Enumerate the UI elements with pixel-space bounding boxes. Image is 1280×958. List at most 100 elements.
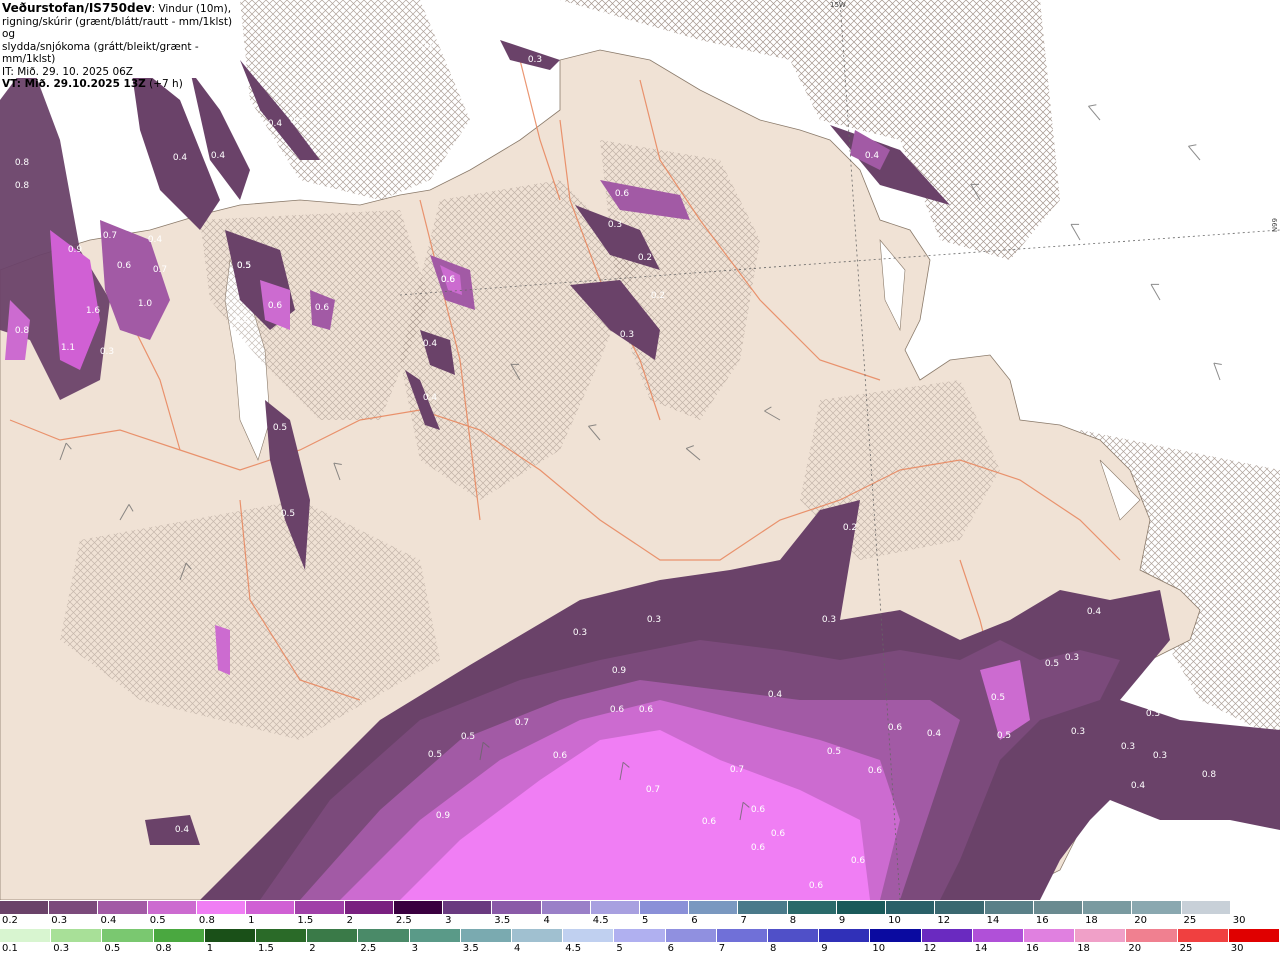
legend-label: 0.2 [2, 915, 18, 926]
legend-label: 1 [206, 943, 214, 954]
precip-value-label: 0.4 [71, 139, 86, 149]
legend-label: 12 [937, 915, 951, 926]
legend-color-cell [836, 901, 887, 914]
legend-color-cell [196, 901, 247, 914]
precip-value-label: 0.3 [1153, 751, 1167, 761]
precip-value-label: 0.7 [730, 765, 744, 775]
legend-color-cell [460, 929, 512, 942]
legend-label: 2.5 [360, 943, 377, 954]
legend-label: 20 [1128, 943, 1142, 954]
precip-value-label: 0.4 [423, 393, 438, 403]
legend-label: 10 [888, 915, 901, 926]
precip-value-label: 0.4 [1087, 607, 1102, 617]
legend-color-cell [1177, 929, 1229, 942]
precip-value-label: 0.3 [1146, 709, 1160, 719]
precip-value-label: 0.6 [553, 751, 568, 761]
legend-label: 0.1 [2, 943, 18, 954]
legend-color-cell [614, 929, 666, 942]
legend-color-cell [1126, 929, 1178, 942]
legend-color-cell [984, 901, 1034, 914]
legend-label: 18 [1077, 943, 1090, 954]
precip-value-label: 1.0 [138, 299, 153, 309]
forecast-map: 0.3 0.3 0.4 0.3 0.5 0.4 0.4 0.4 0.4 0.8 0.8 0.5 0.4 0… [0, 0, 1280, 900]
legend-color-cell [921, 929, 973, 942]
precip-value-label: 0.2 [638, 253, 652, 263]
precip-value-label: 0.6 [851, 856, 866, 866]
legend-color-cell [665, 929, 717, 942]
precip-value-label: 1.1 [61, 343, 75, 353]
legend-snow-scale [0, 901, 1280, 914]
legend-color-cell [98, 901, 148, 914]
legend-label: 25 [1179, 943, 1193, 954]
legend-color-cell [541, 901, 591, 914]
precip-value-label: 0.8 [15, 181, 30, 191]
precip-value-label: 0.3 [620, 330, 634, 340]
precip-value-label: 0.4 [268, 119, 283, 129]
legend-color-cell [689, 901, 739, 914]
legend-color-cell [1228, 929, 1280, 942]
legend-label: 8 [770, 943, 777, 954]
brand-label: Veðurstofan/IS750dev [2, 1, 152, 15]
legend-color-cell [738, 901, 788, 914]
legend-color-cell [768, 929, 820, 942]
precip-value-label: 0.3 [822, 615, 836, 625]
legend-label: 12 [923, 943, 937, 954]
precip-value-label: 0.5 [428, 750, 442, 760]
legend-color-cell [49, 901, 99, 914]
legend-label: 5 [616, 943, 623, 954]
legend-color-cell [0, 929, 52, 942]
precip-value-label: 0.6 [751, 843, 766, 853]
legend-label: 4 [543, 915, 550, 926]
precip-value-label: 0.4 [768, 690, 783, 700]
precip-value-label: 0.4 [927, 729, 942, 739]
precip-value-label: 0.5 [273, 423, 287, 433]
legend-label: 9 [838, 915, 846, 926]
legend-label: 18 [1085, 915, 1098, 926]
precip-value-label: 0.6 [315, 303, 330, 313]
legend-label: 6 [667, 943, 674, 954]
precip-value-label: 0.8 [15, 326, 30, 336]
legend-rain-scale [0, 929, 1280, 942]
legend-color-cell [640, 901, 690, 914]
header-line1: : Vindur (10m), [151, 3, 232, 15]
longitude-label: 15W [830, 1, 846, 9]
legend-label: 14 [986, 915, 1000, 926]
legend-label: 5 [642, 915, 649, 926]
precip-value-label: 0.3 [290, 116, 304, 126]
precip-value-label: 0.3 [528, 55, 542, 65]
legend-label: 8 [789, 915, 797, 926]
legend-label: 6 [691, 915, 698, 926]
precip-value-label: 0.3 [1121, 742, 1135, 752]
legend-color-cell [1033, 901, 1084, 914]
legend-label: 3 [411, 943, 418, 954]
precip-value-label: 0.9 [436, 811, 451, 821]
legend-label: 0.8 [198, 915, 215, 926]
legend-label: 0.3 [51, 915, 68, 926]
legend-color-cell [153, 929, 205, 942]
precip-value-label: 0.3 [1065, 653, 1079, 663]
legend-color-cell [972, 929, 1024, 942]
precip-value-label: 0.3 [603, 7, 617, 17]
init-time: IT: Mið. 29. 10. 2025 06Z [2, 65, 133, 78]
precip-value-label: 0.4 [211, 151, 226, 161]
precip-value-label: 0.7 [153, 265, 167, 275]
legend-color-cell [1132, 901, 1182, 914]
legend-label: 16 [1035, 915, 1049, 926]
legend-snow-labels: 0.2 0.3 0.4 0.5 0.8 1 1.5 2 2.5 3 3.5 4 4.5 5 6 7 8 9 10 12… [0, 915, 1280, 929]
precip-value-label: 0.4 [263, 177, 278, 187]
precip-value-label: 0.4 [175, 825, 190, 835]
legend-rain-labels: 0.1 0.3 0.5 0.8 1 1.5 2 2.5 3 3.5 4 4.5 5 6 7 8 9 10 12 14 1… [0, 943, 1280, 957]
precip-value-label: 0.4 [173, 153, 188, 163]
precip-value-label: 0.9 [68, 245, 83, 255]
precip-value-label: 0.6 [615, 189, 630, 199]
legend-label: 2 [309, 943, 316, 954]
precip-value-label: 0.4 [1131, 781, 1146, 791]
legend-label: 0.3 [53, 943, 70, 954]
legend-color-cell [0, 901, 50, 914]
precip-value-label: 0.5 [63, 99, 77, 109]
legend-label: 0.5 [149, 915, 166, 926]
header-line3: slydda/snjókoma (grátt/bleikt/grænt - mm… [2, 40, 199, 66]
legend-color-cell [1181, 901, 1231, 914]
precip-value-label: 0.2 [843, 523, 857, 533]
legend-label: 4.5 [565, 943, 582, 954]
